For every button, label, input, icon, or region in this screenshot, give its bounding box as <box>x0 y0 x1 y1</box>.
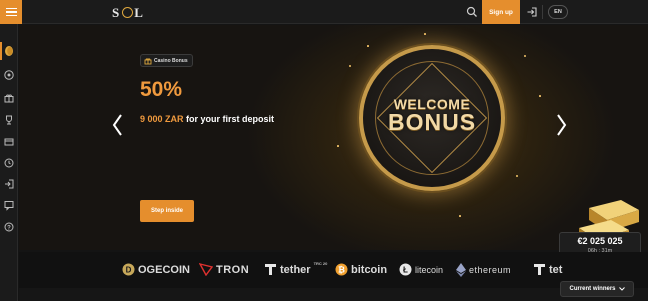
chevron-left-icon[interactable] <box>111 113 123 137</box>
sparkle <box>367 45 369 47</box>
sparkle <box>459 215 461 217</box>
sparkle <box>337 145 339 147</box>
chevron-down-icon <box>618 287 625 291</box>
litecoin-label: litecoin <box>415 264 444 275</box>
crypto-dogecoin: D OGECOIN <box>122 263 190 276</box>
logo-letter: L <box>134 5 145 20</box>
bitcoin-icon: ₿ <box>335 263 348 276</box>
svg-text:Ł: Ł <box>403 266 408 275</box>
logo[interactable]: SL <box>112 5 145 21</box>
bonus-percentage: 50% <box>140 78 183 101</box>
help-icon[interactable]: ? <box>3 221 15 233</box>
active-indicator <box>0 42 2 60</box>
crypto-strip: D OGECOIN TRON tether TRC 20 ₿ bitcoin Ł… <box>19 252 648 288</box>
crypto-litecoin: Ł litecoin <box>399 263 443 276</box>
history-icon[interactable] <box>3 157 15 169</box>
crypto-bitcoin: ₿ bitcoin <box>335 263 387 276</box>
current-winners-label: Current winners <box>569 286 616 292</box>
offer-text: 9 000 ZAR for your first deposit <box>140 114 274 124</box>
badge-label: Casino Bonus <box>154 57 188 64</box>
tron-label: TRON <box>216 263 250 276</box>
svg-text:?: ? <box>7 225 11 231</box>
bitcoin-label: bitcoin <box>351 263 388 276</box>
search-icon[interactable] <box>466 6 478 18</box>
crypto-tether: tether TRC 20 <box>264 261 328 276</box>
language-selector[interactable]: EN <box>548 5 568 19</box>
divider <box>542 5 543 19</box>
gift-icon[interactable] <box>3 92 15 104</box>
menu-icon[interactable] <box>0 0 22 24</box>
tron-icon <box>199 263 213 276</box>
crypto-tether-2: tet <box>533 263 562 276</box>
tether-label: tether <box>280 263 311 276</box>
svg-text:₿: ₿ <box>338 265 345 275</box>
tether-icon <box>534 264 545 275</box>
ethereum-icon <box>456 263 466 277</box>
page-bottom <box>19 288 648 301</box>
sidebar: ? <box>0 24 18 301</box>
login-arrow-icon[interactable] <box>3 178 15 190</box>
sparkle <box>424 33 426 35</box>
sparkle <box>539 95 541 97</box>
crypto-ethereum: ethereum <box>456 263 511 277</box>
offer-description: for your first deposit <box>186 114 275 124</box>
coin-subtitle: BONUS <box>387 109 477 135</box>
gift-icon <box>144 58 152 65</box>
svg-text:D: D <box>126 266 132 275</box>
casino-coin-icon[interactable] <box>3 45 15 57</box>
logo-sun-icon <box>122 7 134 18</box>
ticket-icon[interactable] <box>3 136 15 148</box>
jackpot-amount: €2 025 025 <box>577 236 623 246</box>
step-inside-button[interactable]: Step inside <box>140 200 194 222</box>
login-icon[interactable] <box>526 6 538 18</box>
signup-button[interactable]: Sign up <box>482 0 520 24</box>
logo-letter: S <box>112 5 122 20</box>
sparkle <box>349 65 351 67</box>
hero-banner: Casino Bonus 50% 9 000 ZAR for your firs… <box>19 25 648 250</box>
sparkle <box>524 55 526 57</box>
crypto-tron: TRON <box>199 263 249 276</box>
trophy-icon[interactable] <box>3 114 15 126</box>
chevron-right-icon[interactable] <box>556 113 568 137</box>
tether-network-tag: TRC 20 <box>313 261 328 266</box>
sparkle <box>516 175 518 177</box>
welcome-bonus-coin: WELCOME BONUS <box>359 45 505 191</box>
sports-ball-icon[interactable] <box>3 69 15 81</box>
offer-amount: 9 000 ZAR <box>140 114 184 124</box>
dogecoin-icon: D <box>122 263 135 276</box>
current-winners-button[interactable]: Current winners <box>560 281 634 297</box>
chat-icon[interactable] <box>3 199 15 211</box>
top-bar: SL Sign up EN <box>0 0 648 24</box>
litecoin-icon: Ł <box>399 263 412 276</box>
ethereum-label: ethereum <box>469 265 512 275</box>
tether-icon <box>265 264 276 275</box>
dogecoin-label: OGECOIN <box>138 263 190 276</box>
tether-label: tet <box>549 263 563 276</box>
casino-bonus-badge: Casino Bonus <box>140 54 193 67</box>
